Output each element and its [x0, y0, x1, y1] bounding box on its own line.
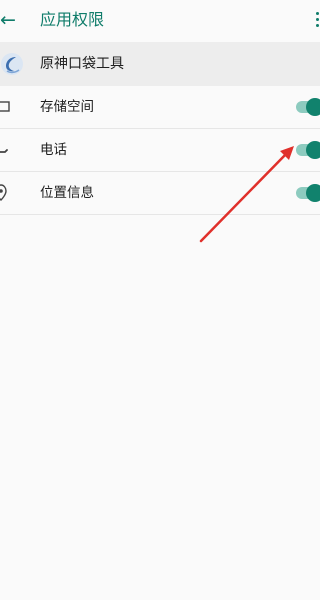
phone-toggle[interactable]: [296, 141, 320, 159]
more-menu-icon[interactable]: [314, 12, 320, 30]
toolbar: ← 应用权限: [0, 0, 320, 42]
permission-row-location[interactable]: 位置信息: [0, 172, 320, 215]
app-name: 原神口袋工具: [40, 56, 124, 72]
folder-icon: [0, 98, 18, 116]
app-icon: [0, 52, 24, 76]
permission-row-storage[interactable]: 存储空间: [0, 86, 320, 129]
permission-label: 电话: [40, 142, 67, 158]
permission-label: 存储空间: [40, 99, 94, 115]
app-header: 原神口袋工具: [0, 42, 320, 86]
permission-label: 位置信息: [40, 185, 94, 201]
permission-row-phone[interactable]: 电话: [0, 129, 320, 172]
storage-toggle[interactable]: [296, 98, 320, 116]
phone-icon: [0, 141, 18, 159]
location-pin-icon: [0, 184, 18, 202]
back-arrow-icon[interactable]: ←: [0, 9, 20, 31]
page-title: 应用权限: [40, 10, 105, 29]
location-toggle[interactable]: [296, 184, 320, 202]
